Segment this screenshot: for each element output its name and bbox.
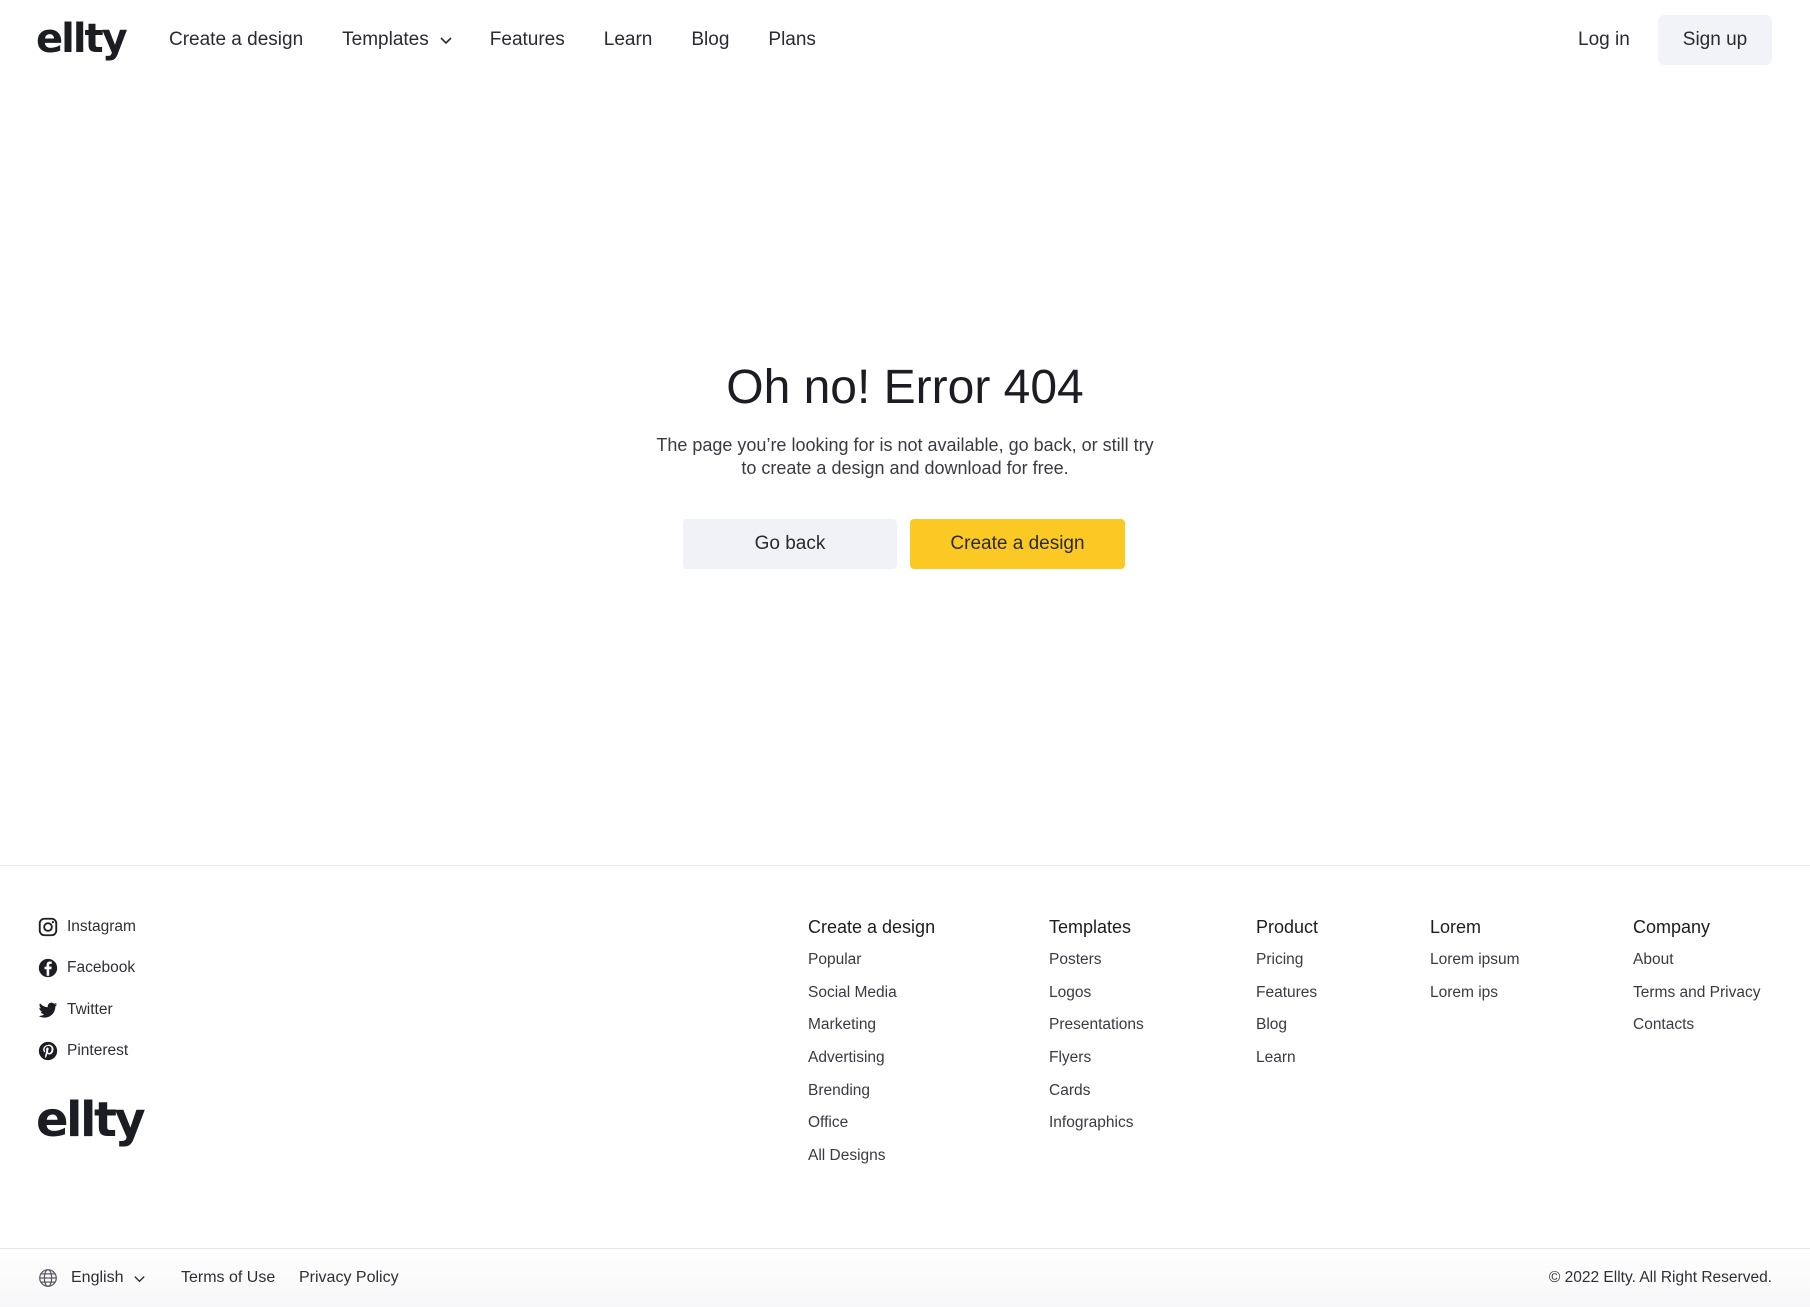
site-header: ellty Create a design Templates Features… bbox=[0, 0, 1810, 80]
footer-link[interactable]: Infographics bbox=[1049, 1112, 1144, 1134]
social-link-pinterest[interactable]: Pinterest bbox=[37, 1041, 136, 1062]
footer-link[interactable]: About bbox=[1633, 949, 1760, 971]
nav-item-label: Templates bbox=[342, 29, 429, 50]
bottom-bar: English Terms of Use Privacy Policy © 20… bbox=[0, 1248, 1810, 1307]
copyright-text: © 2022 Ellty. All Right Reserved. bbox=[1548, 1269, 1772, 1286]
social-label: Twitter bbox=[67, 1000, 113, 1018]
language-label: English bbox=[71, 1269, 124, 1286]
social-link-twitter[interactable]: Twitter bbox=[37, 999, 136, 1020]
footer-link[interactable]: Lorem ips bbox=[1430, 982, 1520, 1004]
nav-item-features[interactable]: Features bbox=[490, 29, 565, 51]
chevron-down-icon bbox=[134, 1275, 146, 1282]
go-back-button[interactable]: Go back bbox=[683, 519, 897, 569]
footer-column-title: Templates bbox=[1049, 917, 1132, 937]
nav-item-label: Learn bbox=[603, 29, 653, 50]
footer-link[interactable]: Marketing bbox=[808, 1014, 935, 1036]
footer-link[interactable]: Presentations bbox=[1049, 1014, 1144, 1036]
error-section: Oh no! Error 404 The page you’re looking… bbox=[0, 80, 1810, 866]
social-link-instagram[interactable]: Instagram bbox=[37, 916, 136, 937]
footer-column-company: Company About Terms and Privacy Contacts bbox=[1633, 915, 1760, 1047]
footer-link[interactable]: All Designs bbox=[808, 1145, 935, 1167]
footer-link[interactable]: Brending bbox=[808, 1080, 935, 1102]
nav-item-blog[interactable]: Blog bbox=[691, 29, 729, 51]
nav-item-learn[interactable]: Learn bbox=[604, 29, 653, 51]
footer-link[interactable]: Blog bbox=[1256, 1014, 1318, 1036]
login-link[interactable]: Log in bbox=[1578, 26, 1630, 54]
social-label: Pinterest bbox=[67, 1042, 129, 1059]
chevron-down-icon bbox=[440, 37, 452, 45]
footer-column-lorem: Lorem Lorem ipsum Lorem ips bbox=[1430, 915, 1520, 1014]
footer-link[interactable]: Features bbox=[1256, 982, 1318, 1004]
nav-item-create-a-design[interactable]: Create a design bbox=[169, 29, 303, 51]
footer-link[interactable]: Pricing bbox=[1256, 949, 1318, 971]
footer-column-create-a-design: Create a design Popular Social Media Mar… bbox=[808, 915, 935, 1178]
footer-link[interactable]: Cards bbox=[1049, 1080, 1144, 1102]
footer-column-title: Product bbox=[1256, 917, 1319, 937]
social-link-facebook[interactable]: Facebook bbox=[37, 958, 136, 979]
footer-link[interactable]: Office bbox=[808, 1112, 935, 1134]
social-links: Instagram Facebook Twitter Pinterest bbox=[37, 916, 136, 1082]
nav-item-templates[interactable]: Templates bbox=[342, 29, 453, 51]
footer-link[interactable]: Contacts bbox=[1633, 1014, 1760, 1036]
twitter-icon bbox=[38, 1002, 58, 1018]
footer-column-templates: Templates Posters Logos Presentations Fl… bbox=[1049, 915, 1144, 1145]
signup-button[interactable]: Sign up bbox=[1658, 15, 1772, 65]
language-selector[interactable]: English bbox=[37, 1249, 146, 1307]
nav-item-label: Blog bbox=[691, 29, 730, 50]
nav-item-label: Create a design bbox=[169, 29, 304, 50]
error-title: Oh no! Error 404 bbox=[726, 361, 1084, 414]
logo[interactable]: ellty bbox=[36, 12, 128, 66]
privacy-policy-link[interactable]: Privacy Policy bbox=[299, 1249, 399, 1307]
footer-column-title: Company bbox=[1633, 917, 1711, 937]
instagram-icon bbox=[38, 917, 58, 936]
nav-item-label: Plans bbox=[768, 29, 816, 50]
footer-link[interactable]: Flyers bbox=[1049, 1047, 1144, 1069]
site-footer: Instagram Facebook Twitter Pinterest ell… bbox=[0, 865, 1810, 1251]
footer-column-title: Create a design bbox=[808, 917, 936, 937]
globe-icon bbox=[39, 1269, 57, 1287]
footer-link[interactable]: Logos bbox=[1049, 982, 1144, 1004]
create-design-button[interactable]: Create a design bbox=[910, 519, 1125, 569]
footer-link[interactable]: Terms and Privacy bbox=[1633, 982, 1760, 1004]
error-description: The page you’re looking for is not avail… bbox=[656, 435, 1154, 478]
footer-link[interactable]: Social Media bbox=[808, 982, 935, 1004]
footer-link[interactable]: Popular bbox=[808, 949, 935, 971]
footer-link[interactable]: Learn bbox=[1256, 1047, 1318, 1069]
footer-column-title: Lorem bbox=[1430, 917, 1482, 937]
nav-item-plans[interactable]: Plans bbox=[768, 29, 816, 51]
nav-item-label: Features bbox=[489, 29, 565, 50]
pinterest-icon bbox=[38, 1041, 58, 1061]
social-label: Facebook bbox=[67, 959, 136, 976]
footer-link[interactable]: Lorem ipsum bbox=[1430, 949, 1520, 971]
social-label: Instagram bbox=[67, 917, 136, 935]
footer-link[interactable]: Advertising bbox=[808, 1047, 935, 1069]
main-nav: Create a design Templates Features Learn… bbox=[169, 0, 855, 80]
footer-column-product: Product Pricing Features Blog Learn bbox=[1256, 915, 1318, 1080]
terms-of-use-link[interactable]: Terms of Use bbox=[181, 1249, 275, 1307]
footer-link[interactable]: Posters bbox=[1049, 949, 1144, 971]
facebook-icon bbox=[38, 958, 58, 978]
footer-logo[interactable]: ellty bbox=[36, 1090, 146, 1150]
